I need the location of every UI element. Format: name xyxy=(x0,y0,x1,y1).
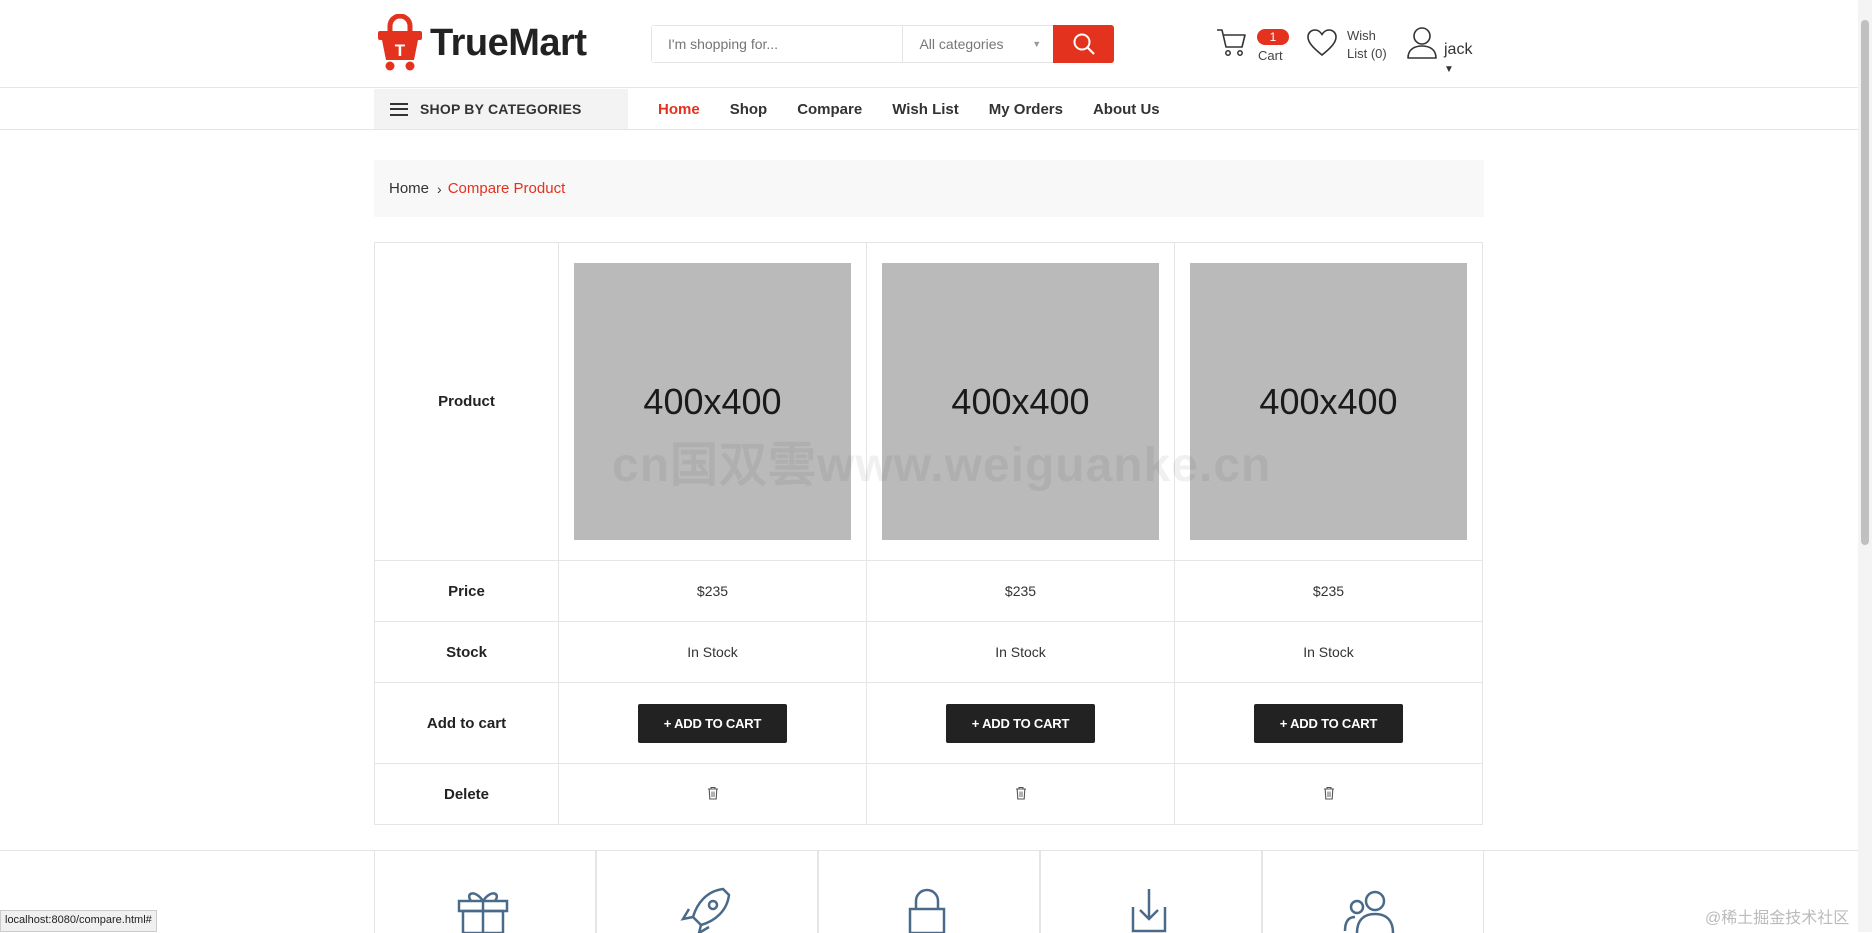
scrollbar-thumb[interactable] xyxy=(1861,20,1869,545)
users-icon xyxy=(1343,890,1395,933)
username-text: jack xyxy=(1444,41,1473,58)
shop-by-categories-label: SHOP BY CATEGORIES xyxy=(420,101,582,117)
trash-icon[interactable] xyxy=(1015,786,1027,803)
row-label-stock: Stock xyxy=(374,621,559,683)
nav-menu: Home Shop Compare Wish List My Orders Ab… xyxy=(658,89,1190,129)
rocket-icon xyxy=(680,887,731,933)
feature-community xyxy=(1262,851,1484,933)
search-input[interactable] xyxy=(652,26,904,62)
delete-row: Delete xyxy=(374,763,1483,825)
header-cart[interactable]: 1 Cart xyxy=(1216,24,1292,66)
add-to-cart-button[interactable]: + ADD TO CART xyxy=(638,703,787,743)
add-to-cart-row: Add to cart + ADD TO CART + ADD TO CART … xyxy=(374,682,1483,764)
nav-item-my-orders[interactable]: My Orders xyxy=(989,101,1063,118)
username: jack ▼ xyxy=(1444,41,1486,77)
breadcrumb-home[interactable]: Home xyxy=(389,180,429,197)
price-value: $235 xyxy=(558,560,867,622)
hamburger-icon xyxy=(390,102,408,116)
main-nav: SHOP BY CATEGORIES Home Shop Compare Wis… xyxy=(0,89,1872,130)
row-label-price: Price xyxy=(374,560,559,622)
stock-value: In Stock xyxy=(1174,621,1483,683)
trash-icon[interactable] xyxy=(707,786,719,803)
shopping-basket-icon: T xyxy=(374,13,426,72)
cart-count-badge: 1 xyxy=(1257,29,1289,45)
nav-item-about-us[interactable]: About Us xyxy=(1093,101,1160,118)
category-select-value: All categories xyxy=(919,36,1004,52)
brand-name: TrueMart xyxy=(430,21,587,64)
feature-download xyxy=(1040,851,1262,933)
feature-secure xyxy=(818,851,1040,933)
caret-down-icon: ▼ xyxy=(1444,64,1454,75)
svg-text:T: T xyxy=(395,41,406,60)
add-to-cart-cell: + ADD TO CART xyxy=(558,682,867,764)
category-select[interactable]: All categories ▼ xyxy=(903,26,1053,62)
product-image-placeholder[interactable]: 400x400 xyxy=(882,263,1159,540)
nav-item-home[interactable]: Home xyxy=(658,101,700,118)
breadcrumb-current: Compare Product xyxy=(447,180,566,197)
gift-icon xyxy=(457,892,509,933)
delete-cell xyxy=(558,763,867,825)
price-value: $235 xyxy=(866,560,1175,622)
compare-table: Product 400x400 400x400 400x400 Price $2… xyxy=(374,242,1483,825)
feature-gift xyxy=(374,851,596,933)
product-row: Product 400x400 400x400 400x400 xyxy=(374,242,1483,561)
cart-icon xyxy=(1217,29,1246,56)
stock-row: Stock In Stock In Stock In Stock xyxy=(374,621,1483,683)
corner-watermark: @稀土掘金技术社区 xyxy=(1705,910,1850,927)
nav-item-wish-list[interactable]: Wish List xyxy=(892,101,959,118)
heart-icon xyxy=(1307,29,1337,57)
cart-label: Cart xyxy=(1258,48,1283,63)
watermark-text: cn国双雲www.weiguanke.cn xyxy=(612,439,1272,492)
chevron-down-icon: ▼ xyxy=(1032,39,1042,49)
chevron-right-icon: › xyxy=(437,180,442,197)
row-label-product: Product xyxy=(374,242,559,561)
browser-status-bar: localhost:8080/compare.html# xyxy=(0,910,157,932)
product-image-placeholder[interactable]: 400x400 xyxy=(574,263,851,540)
download-icon xyxy=(1131,889,1167,933)
product-image-placeholder[interactable]: 400x400 xyxy=(1190,263,1467,540)
price-value: $235 xyxy=(1174,560,1483,622)
wishlist-label: Wish List (0) xyxy=(1347,27,1407,63)
trash-icon[interactable] xyxy=(1323,786,1335,803)
page-scrollbar[interactable] xyxy=(1858,0,1872,932)
delete-cell xyxy=(1174,763,1483,825)
feature-rocket xyxy=(596,851,818,933)
nav-item-shop[interactable]: Shop xyxy=(730,101,768,118)
add-to-cart-button[interactable]: + ADD TO CART xyxy=(1254,703,1403,743)
row-label-delete: Delete xyxy=(374,763,559,825)
product-cell: 400x400 xyxy=(1174,242,1483,561)
add-to-cart-cell: + ADD TO CART xyxy=(1174,682,1483,764)
product-cell: 400x400 xyxy=(558,242,867,561)
product-cell: 400x400 xyxy=(866,242,1175,561)
wishlist-label-line2: List (0) xyxy=(1347,46,1387,61)
header-wishlist[interactable]: Wish List (0) xyxy=(1306,24,1398,66)
user-icon xyxy=(1407,27,1437,59)
add-to-cart-button[interactable]: + ADD TO CART xyxy=(946,703,1095,743)
search-icon xyxy=(1073,33,1095,55)
nav-item-compare[interactable]: Compare xyxy=(797,101,862,118)
site-header: T TrueMart All categories ▼ 1 Cart Wish … xyxy=(0,0,1872,88)
lock-icon xyxy=(908,888,946,933)
search-bar: All categories ▼ xyxy=(651,25,1114,63)
price-row: Price $235 $235 $235 xyxy=(374,560,1483,622)
stock-value: In Stock xyxy=(866,621,1175,683)
features-strip xyxy=(0,850,1872,933)
stock-value: In Stock xyxy=(558,621,867,683)
breadcrumb: Home › Compare Product xyxy=(374,160,1484,217)
user-menu[interactable]: jack ▼ xyxy=(1406,24,1486,75)
logo[interactable]: T TrueMart xyxy=(374,13,587,72)
shop-by-categories-button[interactable]: SHOP BY CATEGORIES xyxy=(374,89,628,129)
row-label-add-to-cart: Add to cart xyxy=(374,682,559,764)
add-to-cart-cell: + ADD TO CART xyxy=(866,682,1175,764)
search-button[interactable] xyxy=(1053,25,1114,63)
wishlist-label-line1: Wish xyxy=(1347,28,1376,43)
delete-cell xyxy=(866,763,1175,825)
